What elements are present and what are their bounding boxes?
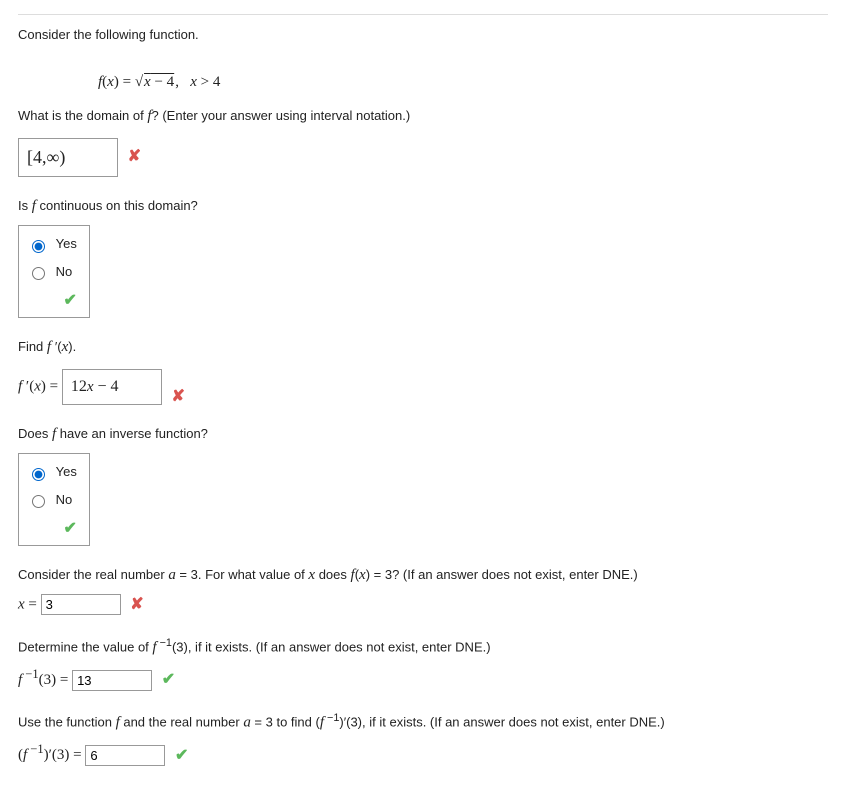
- question-inverse: Does f have an inverse function? Yes No …: [18, 423, 828, 547]
- check-icon: ✔: [162, 671, 175, 688]
- continuous-yes-radio[interactable]: [32, 240, 45, 253]
- cross-icon: ✘: [130, 596, 143, 613]
- inverse-no-label[interactable]: No: [56, 492, 73, 507]
- check-icon: ✔: [63, 292, 76, 309]
- question-inverse-text: Does f have an inverse function?: [18, 423, 828, 446]
- question-finv3-text: Determine the value of f −1(3), if it ex…: [18, 635, 828, 659]
- question-domain-text: What is the domain of f? (Enter your ans…: [18, 105, 828, 128]
- question-fprime-text: Find f ′(x).: [18, 336, 828, 359]
- cross-icon: ✘: [128, 148, 141, 165]
- question-x-value-text: Consider the real number a = 3. For what…: [18, 564, 828, 587]
- inverse-yes-radio[interactable]: [32, 468, 45, 481]
- continuous-no-radio[interactable]: [32, 267, 45, 280]
- continuous-yes-label[interactable]: Yes: [56, 236, 77, 251]
- function-definition: f(x) = √x − 4, x > 4: [18, 63, 828, 106]
- x-answer-input[interactable]: [41, 594, 121, 615]
- finv3-answer-input[interactable]: [72, 670, 152, 691]
- question-domain: What is the domain of f? (Enter your ans…: [18, 105, 828, 177]
- domain-answer-box[interactable]: [4,∞): [18, 138, 118, 177]
- question-continuous: Is f continuous on this domain? Yes No ✔: [18, 195, 828, 319]
- question-x-value: Consider the real number a = 3. For what…: [18, 564, 828, 617]
- continuous-radio-group: Yes No ✔: [18, 225, 90, 318]
- finv3-prefix: f −1(3) =: [18, 672, 72, 688]
- x-prefix: x =: [18, 596, 41, 612]
- inverse-yes-label[interactable]: Yes: [56, 464, 77, 479]
- question-continuous-text: Is f continuous on this domain?: [18, 195, 828, 218]
- check-icon: ✔: [175, 747, 188, 764]
- intro-text: Consider the following function.: [18, 27, 199, 42]
- finvprime-answer-input[interactable]: [85, 745, 165, 766]
- question-fprime: Find f ′(x). f ′(x) = 12x − 4 ✘: [18, 336, 828, 405]
- check-icon: ✔: [63, 520, 76, 537]
- inverse-no-radio[interactable]: [32, 495, 45, 508]
- question-finvprime: Use the function f and the real number a…: [18, 710, 828, 767]
- inverse-radio-group: Yes No ✔: [18, 453, 90, 546]
- continuous-no-label[interactable]: No: [56, 264, 73, 279]
- question-finv3: Determine the value of f −1(3), if it ex…: [18, 635, 828, 692]
- finvprime-prefix: (f −1)′(3) =: [18, 747, 85, 763]
- cross-icon: ✘: [171, 388, 184, 405]
- fprime-prefix: f ′(x) =: [18, 378, 62, 394]
- question-finvprime-text: Use the function f and the real number a…: [18, 710, 828, 734]
- fprime-answer-box[interactable]: 12x − 4: [62, 369, 162, 405]
- intro-block: Consider the following function.: [18, 25, 828, 45]
